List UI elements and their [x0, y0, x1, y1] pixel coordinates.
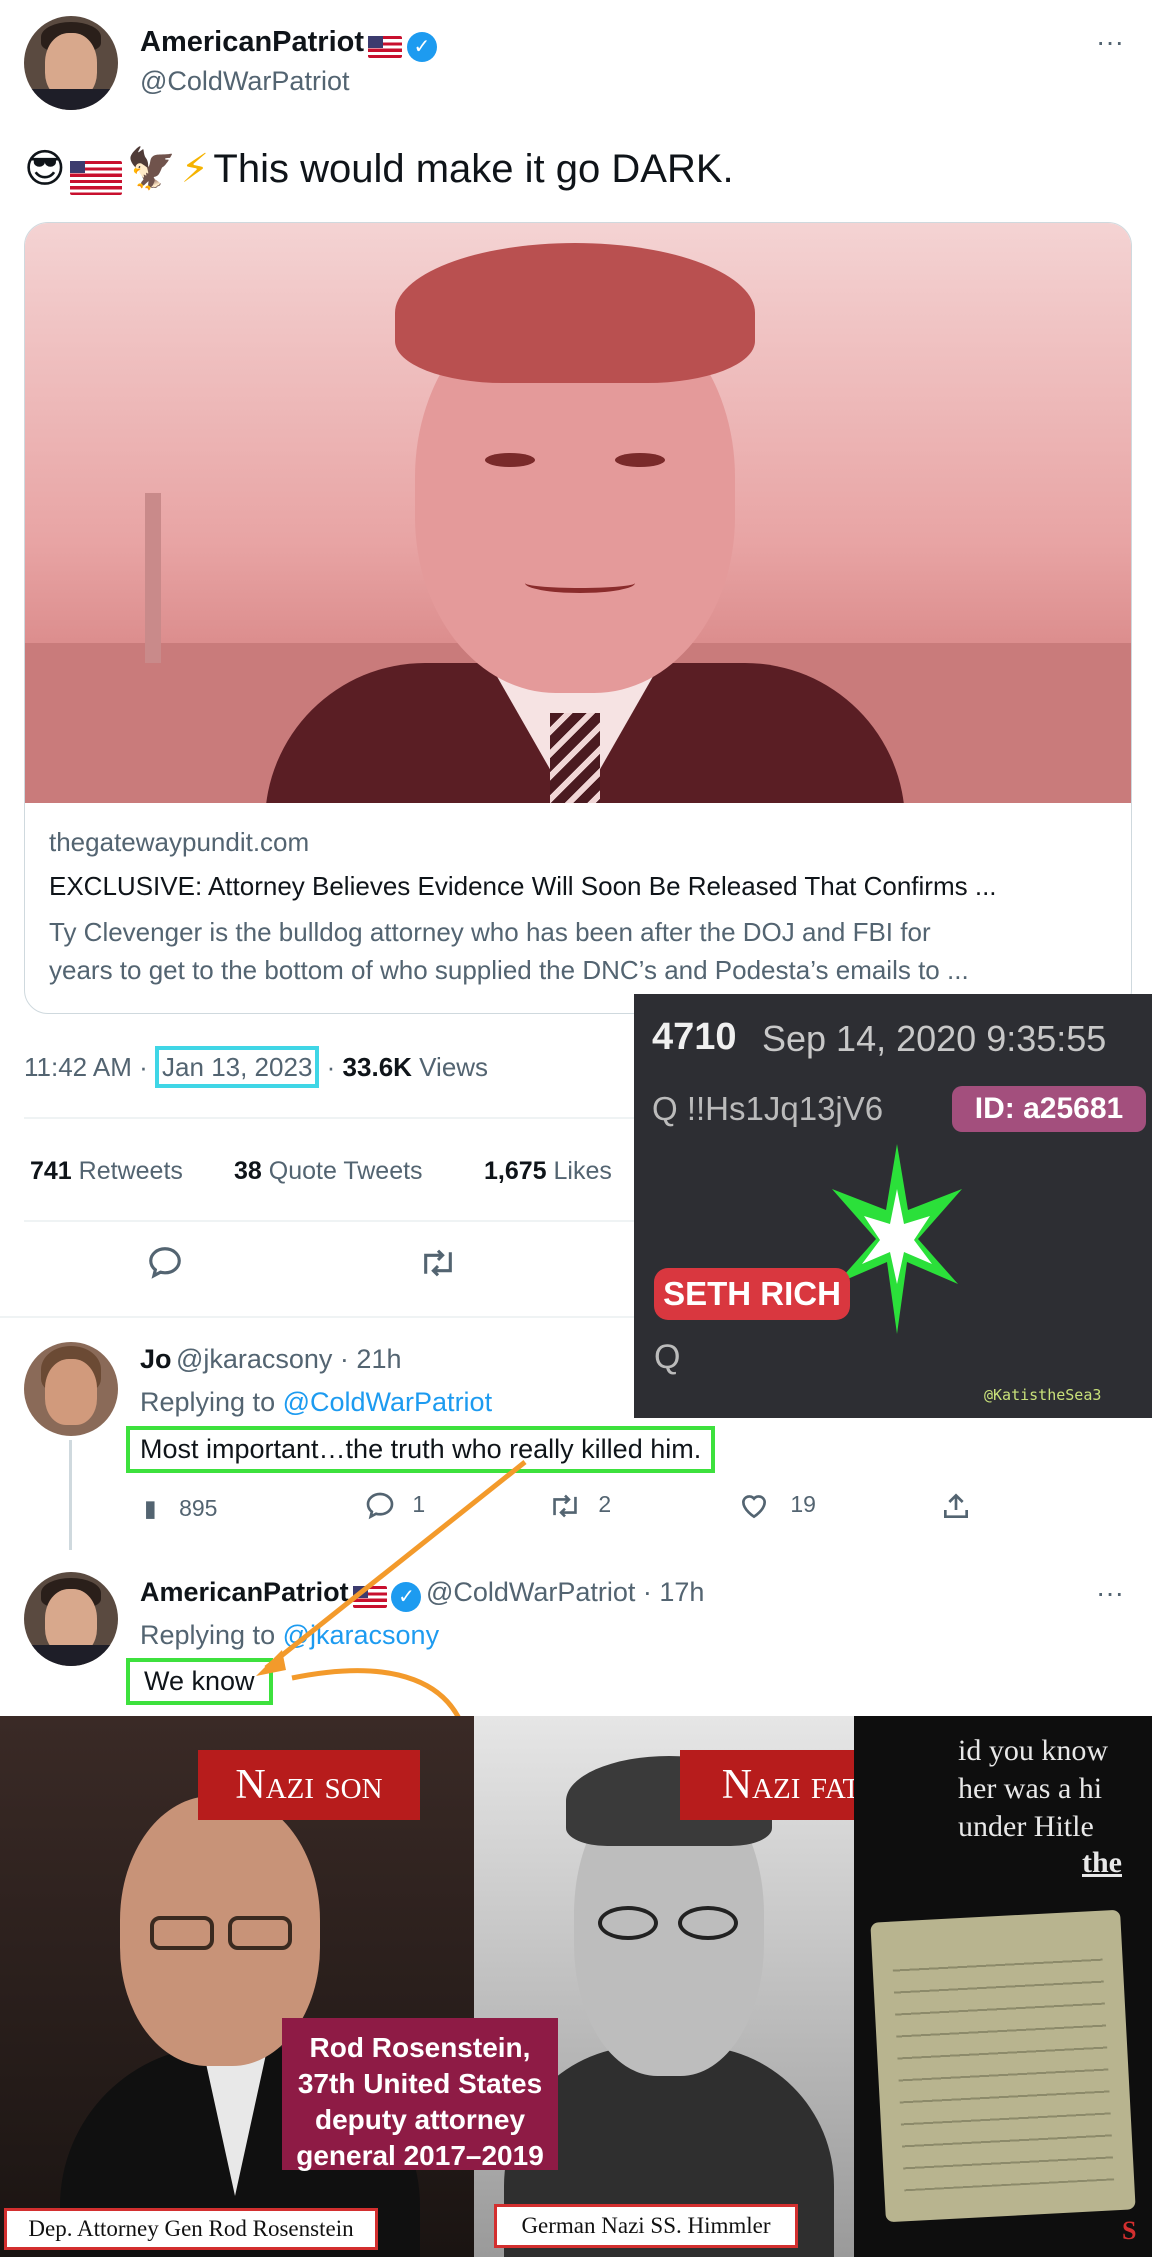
quotes-count: 38	[234, 1157, 262, 1185]
tweet-text: This would make it go DARK.	[213, 147, 734, 191]
likes-label: Likes	[553, 1157, 612, 1185]
quotes-stat[interactable]: 38 Quote Tweets	[234, 1157, 423, 1186]
author-handle[interactable]: @ColdWarPatriot	[140, 66, 349, 97]
document-lines	[891, 1940, 1115, 2192]
views-label: Views	[419, 1052, 489, 1082]
avatar-suit	[24, 89, 118, 110]
collage: Nazi son Nazi father id you know her was…	[0, 1716, 1152, 2257]
starburst-icon	[832, 1144, 962, 1334]
q-post-watermark: @KatistheSea3	[984, 1386, 1102, 1404]
side-text-1: id you know	[958, 1734, 1108, 1767]
card-image-hair	[395, 243, 755, 383]
lightning-emoji-icon: ⚡	[180, 146, 209, 192]
tweet-text-row: 😎 🦅 ⚡ This would make it go DARK.	[24, 145, 734, 195]
card-domain: thegatewaypundit.com	[49, 827, 310, 857]
card-image-smile	[525, 573, 635, 593]
glasses-icon	[598, 1906, 658, 1940]
caption-right: German Nazi SS. Himmler	[494, 2204, 798, 2248]
seth-rich-tag: SETH RICH	[654, 1268, 850, 1320]
author-avatar[interactable]	[24, 16, 118, 110]
document-image	[870, 1909, 1136, 2223]
sunglasses-emoji-icon: 😎	[24, 146, 66, 192]
retweet-icon[interactable]	[418, 1244, 458, 1291]
author-name-row[interactable]: AmericanPatriot ✓	[140, 26, 437, 62]
card-image-tie	[550, 713, 600, 803]
link-card[interactable]: thegatewaypundit.com EXCLUSIVE: Attorney…	[24, 222, 1132, 1014]
reply-icon[interactable]	[146, 1244, 184, 1291]
replying-to-link[interactable]: @ColdWarPatriot	[283, 1387, 492, 1417]
rosenstein-info-box: Rod Rosenstein, 37th United States deput…	[282, 2018, 558, 2171]
likes-count: 1,675	[484, 1157, 547, 1185]
card-image	[25, 223, 1131, 803]
eagle-emoji-icon: 🦅	[126, 146, 177, 192]
card-title: EXCLUSIVE: Attorney Believes Evidence Wi…	[49, 871, 997, 901]
side-text-4: the	[1082, 1846, 1122, 1879]
us-flag-icon	[368, 35, 403, 58]
retweets-count: 741	[30, 1157, 72, 1185]
glasses-icon	[150, 1916, 214, 1950]
tweet-time[interactable]: 11:42 AM ·	[24, 1052, 148, 1082]
card-desc-line1: Ty Clevenger is the bulldog attorney who…	[49, 917, 931, 947]
us-flag-emoji-icon	[70, 160, 123, 195]
q-post-sign: Q	[654, 1338, 681, 1376]
replying-prefix: Replying to	[140, 1387, 276, 1417]
side-text-5: S	[1122, 2216, 1137, 2245]
retweets-label: Retweets	[78, 1157, 183, 1185]
quotes-label: Quote Tweets	[268, 1157, 423, 1185]
verified-badge-icon: ✓	[406, 31, 437, 62]
card-image-eye-left	[485, 453, 535, 467]
card-image-eye-right	[615, 453, 665, 467]
reply1-header: Jo @jkaracsony · 21h	[140, 1344, 401, 1375]
nazi-son-banner: Nazi son	[198, 1750, 420, 1820]
reply1-replying-to: Replying to @ColdWarPatriot	[140, 1387, 492, 1418]
caption-left: Dep. Attorney Gen Rod Rosenstein	[4, 2208, 378, 2250]
tweet-meta: 11:42 AM · Jan 13, 2023 · 33.6K Views	[24, 1046, 489, 1088]
tweet-date[interactable]: Jan 13, 2023	[155, 1046, 320, 1088]
side-text-2: her was a hi	[958, 1772, 1103, 1805]
likes-stat[interactable]: 1,675 Likes	[484, 1157, 612, 1186]
retweets-stat[interactable]: 741 Retweets	[30, 1157, 183, 1186]
views-separator: ·	[326, 1052, 336, 1082]
views-count: 33.6K	[342, 1052, 412, 1082]
author-name[interactable]: AmericanPatriot	[140, 26, 364, 58]
q-post-trip: Q !!Hs1Jq13jV6	[652, 1090, 884, 1127]
more-options-icon[interactable]: ···	[1096, 26, 1124, 58]
avatar-face	[44, 1358, 98, 1425]
glasses-icon	[228, 1916, 292, 1950]
reply1-avatar[interactable]	[24, 1342, 118, 1436]
q-post-number: 4710	[652, 1016, 737, 1058]
collage-right-panel: id you know her was a hi under Hitle the…	[854, 1716, 1152, 2257]
q-post-date: Sep 14, 2020 9:35:55	[762, 1018, 1107, 1059]
reply1-name[interactable]: Jo	[140, 1344, 172, 1374]
reply1-handle[interactable]: @jkaracsony · 21h	[176, 1344, 402, 1374]
q-post-id-badge: ID: a25681	[952, 1086, 1146, 1132]
side-text-3: under Hitle	[958, 1810, 1094, 1843]
card-image-monument	[145, 493, 161, 663]
q-post-overlay: 4710 Sep 14, 2020 9:35:55 Q !!Hs1Jq13jV6…	[634, 994, 1152, 1418]
glasses-icon	[678, 1906, 738, 1940]
card-desc-line2: years to get to the bottom of who suppli…	[49, 955, 969, 985]
